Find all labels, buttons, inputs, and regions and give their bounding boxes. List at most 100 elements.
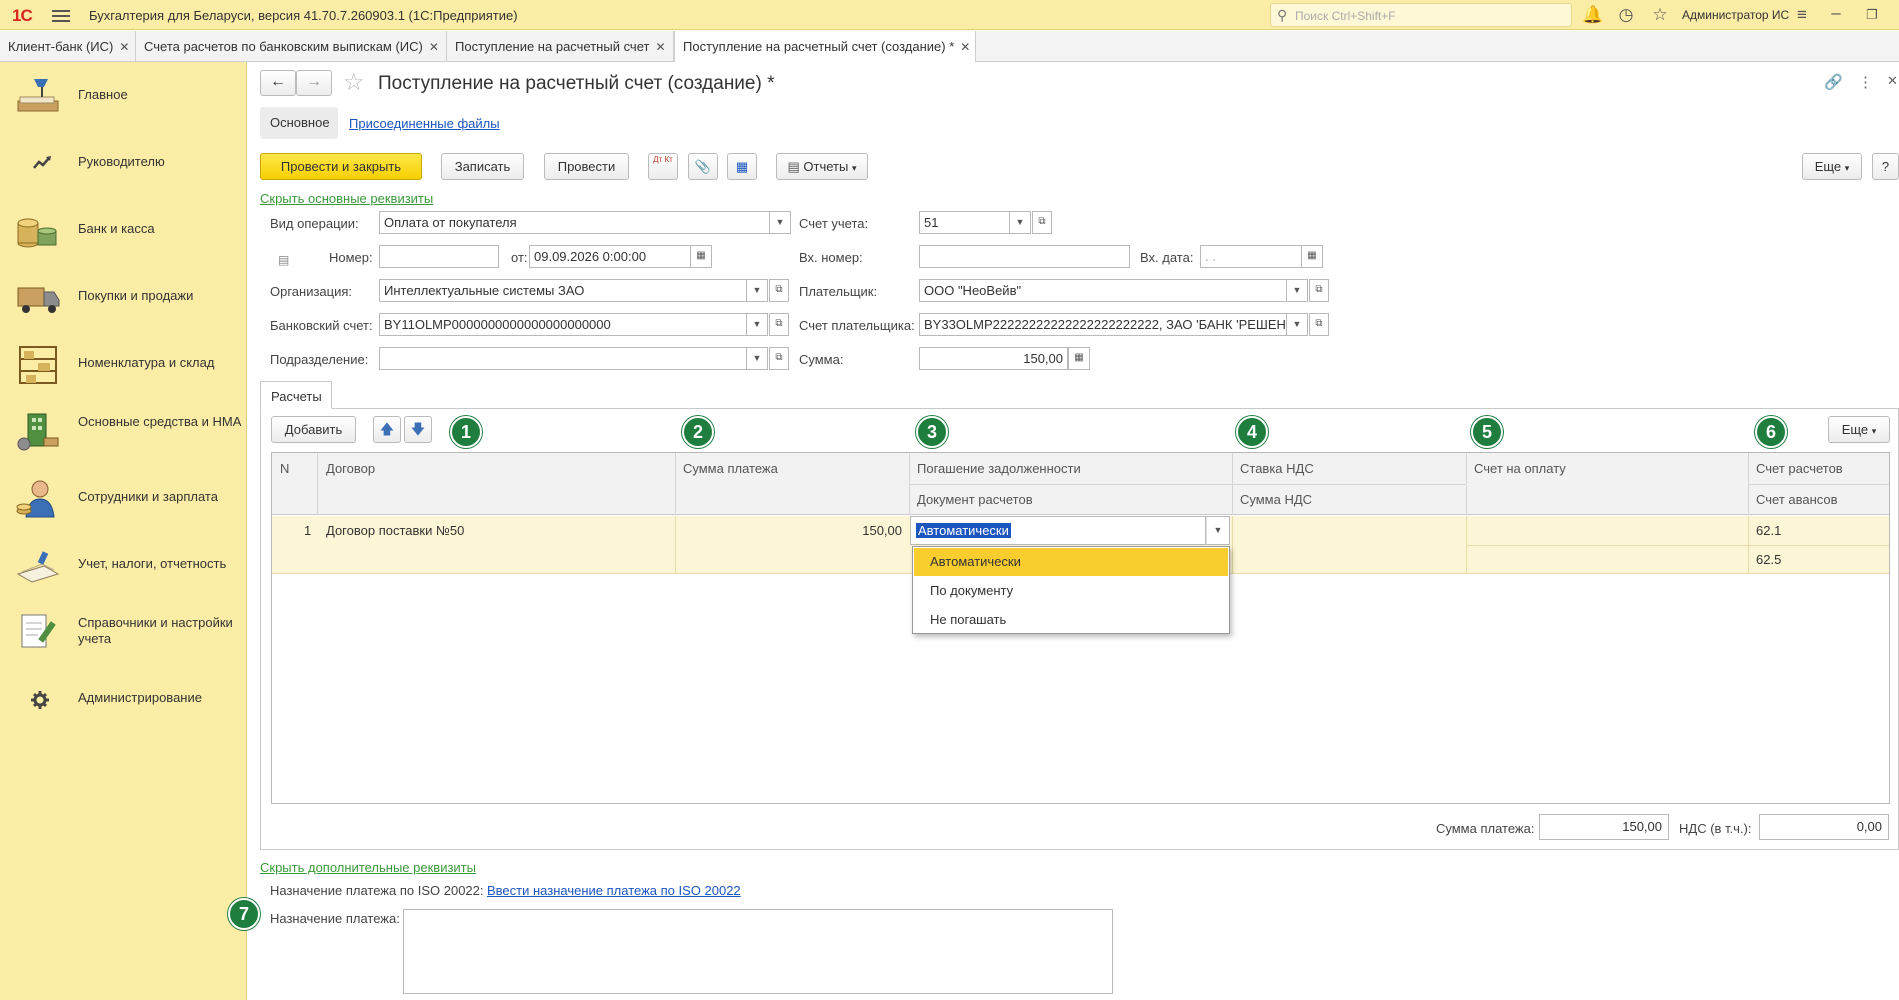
restore-icon[interactable]: ❐ <box>1862 7 1882 23</box>
date-field[interactable]: 09.09.2026 0:00:00 <box>529 245 691 268</box>
number-field[interactable] <box>379 245 499 268</box>
close-icon[interactable]: ✕ <box>429 40 439 54</box>
link-icon[interactable]: 🔗 <box>1824 73 1843 91</box>
column-header-invoice[interactable]: Счет на оплату <box>1474 461 1566 476</box>
open-icon[interactable]: ⧉ <box>1309 279 1329 302</box>
search-input[interactable]: ⚲ Поиск Ctrl+Shift+F <box>1270 3 1572 27</box>
calculator-icon[interactable]: ▦ <box>1068 347 1090 370</box>
chevron-down-icon[interactable]: ▼ <box>747 279 768 302</box>
sidebar-item-accounting[interactable]: Учет, налоги, отчетность <box>0 534 247 594</box>
open-icon[interactable]: ⧉ <box>1309 313 1329 336</box>
operation-type-field[interactable]: Оплата от покупателя <box>379 211 770 234</box>
sidebar-item-administration[interactable]: Администрирование <box>0 668 247 728</box>
hide-additional-details-link[interactable]: Скрыть дополнительные реквизиты <box>260 860 476 875</box>
back-button[interactable]: ← <box>260 70 296 96</box>
option-by-document[interactable]: По документу <box>914 577 1228 605</box>
column-header-settlement-account[interactable]: Счет расчетов <box>1756 461 1843 476</box>
column-header-settlement-doc[interactable]: Документ расчетов <box>917 492 1033 507</box>
more-button[interactable]: Еще ▾ <box>1802 153 1862 180</box>
sidebar-item-staff[interactable]: Сотрудники и зарплата <box>0 467 247 527</box>
chevron-down-icon[interactable]: ▼ <box>1287 279 1308 302</box>
column-header-sum[interactable]: Сумма платежа <box>683 461 778 476</box>
user-name[interactable]: Администратор ИС <box>1682 8 1789 22</box>
settings-menu-icon[interactable]: ≡ <box>1792 5 1812 25</box>
repayment-select[interactable]: Автоматически <box>910 516 1206 545</box>
calendar-icon[interactable]: ▦ <box>1301 245 1323 268</box>
hide-main-details-link[interactable]: Скрыть основные реквизиты <box>260 191 433 206</box>
payer-field[interactable]: ООО "НеоВейв" <box>919 279 1287 302</box>
chevron-down-icon[interactable]: ▼ <box>1010 211 1031 234</box>
close-icon[interactable]: ✕ <box>960 40 970 54</box>
column-header-n[interactable]: N <box>280 461 289 476</box>
open-icon[interactable]: ⧉ <box>769 279 789 302</box>
column-header-vat-rate[interactable]: Ставка НДС <box>1240 461 1314 476</box>
number-edit-icon[interactable]: ▤ <box>278 253 289 267</box>
close-icon[interactable]: ✕ <box>119 40 129 54</box>
forward-button[interactable]: → <box>296 70 332 96</box>
iso-purpose-link[interactable]: Ввести назначение платежа по ISO 20022 <box>487 883 741 898</box>
tab-receipt[interactable]: Поступление на расчетный счет ✕ <box>447 31 674 62</box>
post-button[interactable]: Провести <box>544 153 629 180</box>
star-icon[interactable]: ☆ <box>1650 5 1670 25</box>
calendar-icon[interactable]: ▦ <box>690 245 712 268</box>
subtab-main[interactable]: Основное <box>260 107 338 139</box>
chevron-down-icon[interactable]: ▼ <box>747 313 768 336</box>
close-icon[interactable]: ✕ <box>655 40 665 54</box>
sidebar-item-fixed-assets[interactable]: Основные средства и НМА <box>0 400 247 460</box>
incoming-date-field[interactable]: . . <box>1200 245 1302 268</box>
chevron-down-icon[interactable]: ▼ <box>1287 313 1308 336</box>
tab-settlement-accounts[interactable]: Счета расчетов по банковским выпискам (И… <box>136 31 447 62</box>
cell-contract[interactable]: Договор поставки №50 <box>326 523 464 538</box>
chevron-down-icon[interactable]: ▼ <box>770 211 791 234</box>
favorite-star-icon[interactable]: ☆ <box>343 68 365 97</box>
bell-icon[interactable]: 🔔 <box>1582 5 1603 25</box>
open-icon[interactable]: ⧉ <box>1032 211 1052 234</box>
table-more-button[interactable]: Еще ▾ <box>1828 416 1890 443</box>
tab-receipt-create[interactable]: Поступление на расчетный счет (создание)… <box>674 31 976 63</box>
column-header-contract[interactable]: Договор <box>326 461 375 476</box>
incoming-number-field[interactable] <box>919 245 1130 268</box>
structure-button[interactable]: ▦ <box>727 153 757 180</box>
sidebar-item-director[interactable]: Руководителю <box>0 132 247 192</box>
sum-field[interactable]: 150,00 <box>919 347 1068 370</box>
cell-settlement-account[interactable]: 62.1 <box>1756 523 1781 538</box>
payment-purpose-textarea[interactable] <box>403 909 1113 994</box>
option-do-not-repay[interactable]: Не погашать <box>914 606 1228 634</box>
save-button[interactable]: Записать <box>441 153 524 180</box>
minimize-icon[interactable]: – <box>1826 3 1846 23</box>
chevron-down-icon[interactable]: ▼ <box>747 347 768 370</box>
open-icon[interactable]: ⧉ <box>769 347 789 370</box>
sidebar-item-main[interactable]: Главное <box>0 65 247 125</box>
column-header-advance-account[interactable]: Счет авансов <box>1756 492 1838 507</box>
column-header-vat-sum[interactable]: Сумма НДС <box>1240 492 1312 507</box>
chevron-down-icon[interactable]: ▼ <box>1206 516 1230 545</box>
organization-field[interactable]: Интеллектуальные системы ЗАО <box>379 279 747 302</box>
tab-client-bank[interactable]: Клиент-банк (ИС) ✕ <box>0 31 136 62</box>
option-automatic[interactable]: Автоматически <box>914 548 1228 576</box>
attach-button[interactable]: 📎 <box>688 153 718 180</box>
close-form-icon[interactable]: ✕ <box>1887 73 1898 89</box>
cell-advance-account[interactable]: 62.5 <box>1756 552 1781 567</box>
post-and-close-button[interactable]: Провести и закрыть <box>260 153 422 180</box>
history-icon[interactable]: ◷ <box>1616 5 1636 25</box>
move-up-button[interactable]: 🡅 <box>373 416 401 443</box>
sidebar-item-bank[interactable]: Банк и касса <box>0 199 247 259</box>
column-header-repayment[interactable]: Погашение задолженности <box>917 461 1081 476</box>
open-icon[interactable]: ⧉ <box>769 313 789 336</box>
dt-kt-button[interactable]: Дт Кт <box>648 153 678 180</box>
sidebar-item-warehouse[interactable]: Номенклатура и склад <box>0 333 247 393</box>
main-menu-icon[interactable] <box>52 7 70 23</box>
sidebar-item-references[interactable]: Справочники и настройки учета <box>0 601 247 661</box>
sidebar-item-purchases-sales[interactable]: Покупки и продажи <box>0 266 247 326</box>
department-field[interactable] <box>379 347 747 370</box>
more-vertical-icon[interactable]: ⋮ <box>1858 73 1873 91</box>
cell-sum[interactable]: 150,00 <box>832 523 902 538</box>
subtab-attached-files[interactable]: Присоединенные файлы <box>349 116 500 131</box>
bank-account-field[interactable]: BY11OLMP0000000000000000000000 <box>379 313 747 336</box>
move-down-button[interactable]: 🡇 <box>404 416 432 443</box>
payer-account-field[interactable]: BY33OLMP22222222222222222222222, ЗАО 'БА… <box>919 313 1287 336</box>
reports-button[interactable]: ▤ Отчеты ▾ <box>776 153 868 180</box>
add-row-button[interactable]: Добавить <box>271 416 356 443</box>
tab-payments[interactable]: Расчеты <box>260 381 332 409</box>
account-field[interactable]: 51 <box>919 211 1010 234</box>
